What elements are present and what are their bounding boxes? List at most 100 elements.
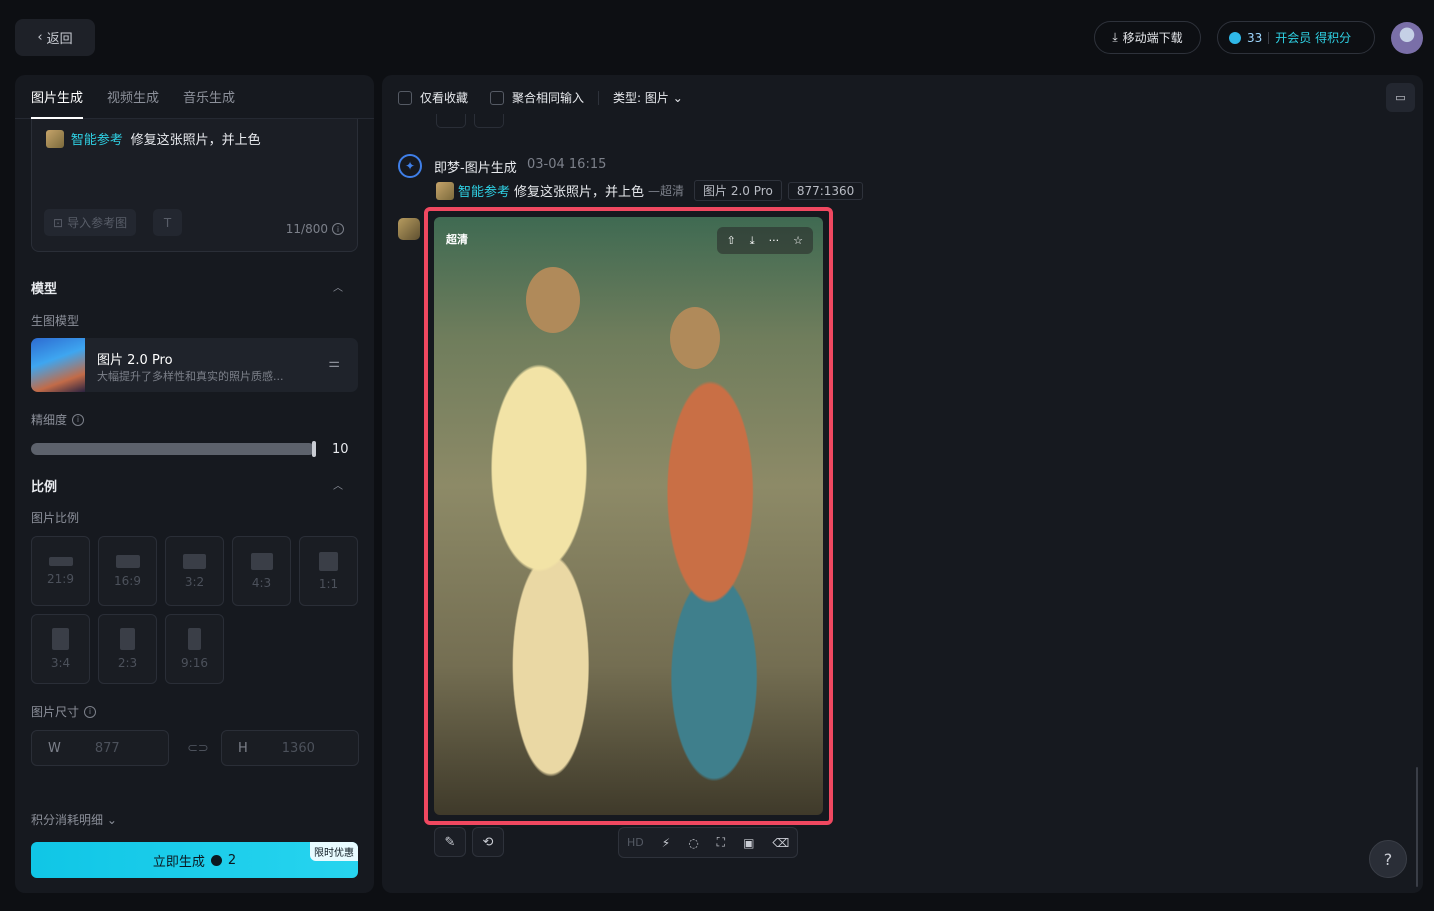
ratio-label: 21:9	[47, 571, 74, 586]
bot-name: 即梦-图片生成	[434, 161, 517, 176]
ratio-label: 16:9	[114, 573, 141, 588]
import-reference-button[interactable]: ⊡ 导入参考图	[44, 209, 137, 236]
credits-vip-button[interactable]: 33 开会员 得积分	[1217, 21, 1375, 54]
ratio-section-title: 比例	[31, 480, 58, 495]
results-panel: 仅看收藏 聚合相同输入 类型: 图片 ⌄ ▭ ✦ 即梦-图片生成 03-04 1…	[382, 75, 1423, 893]
ratio-shape-icon	[52, 628, 69, 650]
regenerate-icon[interactable]: ⟲	[472, 827, 504, 857]
ratio-option-21-9[interactable]: 21:9	[31, 536, 90, 606]
divider	[1268, 31, 1270, 44]
info-icon[interactable]: i	[332, 223, 344, 235]
reference-thumbnail[interactable]	[46, 129, 64, 148]
ratio-option-3-2[interactable]: 3:2	[165, 536, 224, 606]
dreamina-bot-icon: ✦	[398, 154, 422, 178]
tab-video[interactable]: 视频生成	[107, 87, 159, 106]
avatar[interactable]	[1391, 22, 1423, 54]
download-icon[interactable]: ⤓	[750, 234, 755, 248]
star-icon[interactable]: ☆	[793, 234, 803, 247]
width-value: 877	[94, 740, 120, 756]
image-tools: HD ⚡ ◌ ⛶ ▣ ⌫	[618, 827, 799, 858]
scrollbar[interactable]	[1416, 767, 1418, 887]
smart-reference-label: 智能参考	[458, 185, 511, 200]
height-input[interactable]: H 1360	[221, 730, 359, 766]
text-tool-button[interactable]: T	[153, 209, 182, 236]
merge-input-checkbox[interactable]	[490, 90, 505, 105]
prompt-text[interactable]: 修复这张照片，并上色	[131, 133, 261, 148]
download-icon: ⤓	[1112, 30, 1118, 44]
ratio-option-4-3[interactable]: 4:3	[232, 536, 291, 606]
tab-music[interactable]: 音乐生成	[183, 87, 235, 106]
eraser-icon[interactable]: ⌫	[772, 836, 789, 850]
ratio-option-16-9[interactable]: 16:9	[98, 536, 157, 606]
share-icon[interactable]: ⇧	[727, 234, 736, 247]
ratio-label: 9:16	[181, 656, 208, 670]
ratio-option-9-16[interactable]: 9:16	[165, 614, 224, 684]
super-hd-badge: 超清	[446, 233, 468, 246]
vip-label: 开会员 得积分	[1275, 31, 1352, 45]
generate-label: 立即生成	[152, 854, 205, 870]
ratio-shape-icon	[115, 554, 140, 568]
previous-action-button[interactable]	[474, 114, 504, 128]
model-selector[interactable]: 图片 2.0 Pro 大幅提升了多样性和真实的照片质感... ⚌	[31, 338, 358, 392]
merge-input-label[interactable]: 聚合相同输入	[512, 89, 584, 106]
import-reference-label: 导入参考图	[67, 216, 128, 230]
model-name: 图片 2.0 Pro	[97, 353, 173, 368]
text-icon: T	[163, 215, 172, 230]
figure-man-head	[526, 267, 580, 333]
chevron-up-icon[interactable]: ︿	[333, 279, 343, 294]
info-icon[interactable]: i	[84, 705, 97, 718]
ratio-shape-icon	[120, 628, 135, 650]
cost-details-toggle[interactable]: 积分消耗明细 ⌄	[31, 811, 117, 828]
ratio-shape-icon	[188, 628, 201, 650]
ratio-subtitle: 图片比例	[31, 511, 80, 525]
link-icon[interactable]: ⊂⊃	[187, 741, 209, 756]
selected-image-frame[interactable]: 超清 ⇧ ⤓ ··· ☆	[424, 207, 833, 825]
sliders-icon[interactable]: ⚌	[328, 356, 340, 371]
help-button[interactable]: ?	[1369, 840, 1407, 878]
promo-badge: 限时优惠	[310, 842, 358, 861]
more-icon[interactable]: ···	[769, 234, 780, 247]
magic-wand-icon[interactable]: ⚡	[662, 836, 670, 850]
ratio-label: 3:4	[50, 656, 71, 670]
previous-action-button[interactable]	[436, 114, 466, 128]
smart-reference-label[interactable]: 智能参考	[71, 133, 123, 148]
type-filter-dropdown[interactable]: 类型: 图片 ⌄	[613, 89, 683, 106]
width-input[interactable]: W 877	[31, 730, 169, 766]
reference-thumbnail[interactable]	[436, 181, 454, 200]
credit-coin-icon	[1229, 31, 1241, 44]
chevron-up-icon[interactable]: ︿	[333, 477, 343, 492]
height-value: 1360	[281, 740, 315, 756]
fineness-slider[interactable]	[31, 443, 315, 455]
image-add-icon: ⊡	[53, 215, 64, 230]
image-actions: ⇧ ⤓ ··· ☆	[716, 227, 813, 254]
favorites-checkbox[interactable]	[398, 90, 412, 105]
ratio-option-1-1[interactable]: 1:1	[299, 536, 358, 606]
mobile-download-button[interactable]: ⤓ 移动端下载	[1094, 21, 1201, 54]
edit-icon[interactable]: ✎	[434, 827, 466, 857]
expand-icon[interactable]: ⛶	[717, 835, 725, 850]
fineness-slider-handle[interactable]	[312, 441, 316, 457]
hd-upscale-button[interactable]: HD	[627, 836, 644, 849]
folder-icon[interactable]: ▭	[1386, 83, 1415, 112]
message-time: 03-04 16:15	[527, 157, 607, 172]
info-icon[interactable]: i	[72, 413, 85, 426]
ratio-label: 3:2	[184, 574, 205, 589]
tab-image[interactable]: 图片生成	[31, 87, 84, 119]
ratio-option-3-4[interactable]: 3:4	[31, 614, 90, 684]
height-label: H	[238, 740, 248, 756]
ratio-option-2-3[interactable]: 2:3	[98, 614, 157, 684]
inpaint-icon[interactable]: ◌	[688, 836, 698, 850]
cost-details-label: 积分消耗明细	[31, 813, 104, 827]
fineness-value: 10	[332, 442, 349, 457]
prompt-input[interactable]: 智能参考 修复这张照片，并上色 ⊡ 导入参考图 T 11/800 i	[31, 119, 358, 252]
generate-button[interactable]: 立即生成 2 限时优惠	[31, 842, 358, 878]
left-panel: 图片生成 视频生成 音乐生成 智能参考 修复这张照片，并上色 ⊡ 导入参考图 T…	[15, 75, 374, 893]
user-reference-thumbnail[interactable]	[398, 218, 420, 240]
type-filter-label: 类型: 图片	[613, 91, 669, 105]
model-description: 大幅提升了多样性和真实的照片质感...	[97, 370, 284, 383]
generated-image[interactable]: 超清 ⇧ ⤓ ··· ☆	[434, 217, 823, 815]
image-to-video-icon[interactable]: ▣	[743, 836, 754, 850]
credit-coin-icon	[210, 854, 222, 866]
favorites-label[interactable]: 仅看收藏	[420, 89, 468, 106]
back-button[interactable]: ‹ 返回	[15, 19, 95, 56]
